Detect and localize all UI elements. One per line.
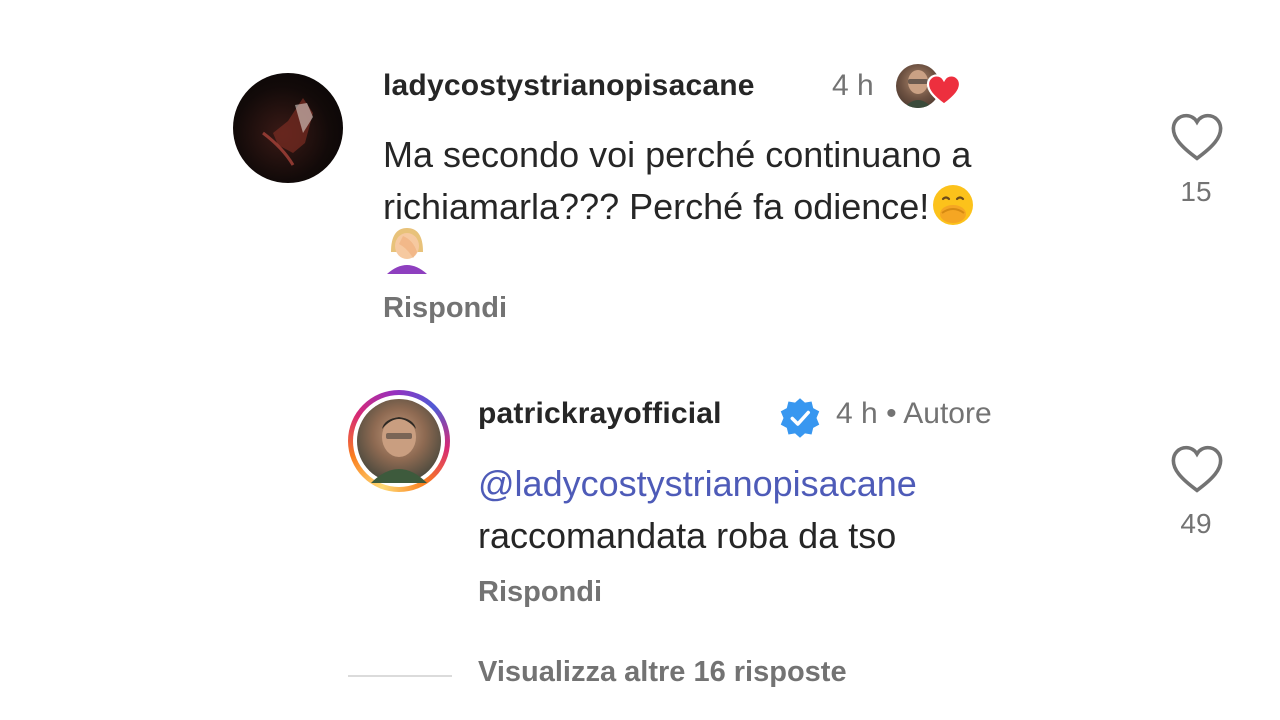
commenter-avatar[interactable] bbox=[233, 73, 343, 183]
comment-username[interactable]: ladycostystrianopisacane bbox=[383, 69, 755, 103]
reply-meta: 4 h • Autore bbox=[836, 397, 992, 431]
reply-timestamp: 4 h bbox=[836, 397, 878, 430]
author-avatar-story-ring[interactable] bbox=[348, 390, 450, 492]
liked-by-author-heart-icon bbox=[926, 74, 962, 106]
replies-divider bbox=[348, 675, 452, 677]
author-avatar-border bbox=[353, 395, 445, 487]
mention-link[interactable]: @ladycostystrianopisacane bbox=[478, 458, 1118, 510]
comment-text-content: Ma secondo voi perché continuano a richi… bbox=[383, 134, 972, 227]
comment-text: Ma secondo voi perché continuano a richi… bbox=[383, 129, 1143, 233]
comment-timestamp: 4 h bbox=[832, 69, 874, 102]
verified-badge-icon bbox=[778, 396, 822, 440]
reply-text-content: raccomandata roba da tso bbox=[478, 515, 897, 556]
like-count: 15 bbox=[1180, 176, 1212, 207]
like-heart-icon[interactable] bbox=[1170, 112, 1224, 162]
meta-separator: • bbox=[886, 397, 897, 430]
reply-button[interactable]: Rispondi bbox=[383, 292, 507, 325]
reply-text: @ladycostystrianopisacane raccomandata r… bbox=[478, 458, 1118, 562]
reply-button[interactable]: Rispondi bbox=[478, 576, 602, 609]
woman-facepalming-emoji bbox=[383, 222, 431, 274]
author-tag: Autore bbox=[903, 397, 992, 430]
reply-username[interactable]: patrickrayofficial bbox=[478, 397, 722, 431]
view-more-replies-button[interactable]: Visualizza altre 16 risposte bbox=[478, 656, 847, 689]
like-count: 49 bbox=[1180, 508, 1212, 539]
author-avatar bbox=[357, 399, 441, 483]
like-heart-icon[interactable] bbox=[1170, 444, 1224, 494]
face-with-hand-over-mouth-emoji bbox=[931, 183, 975, 227]
